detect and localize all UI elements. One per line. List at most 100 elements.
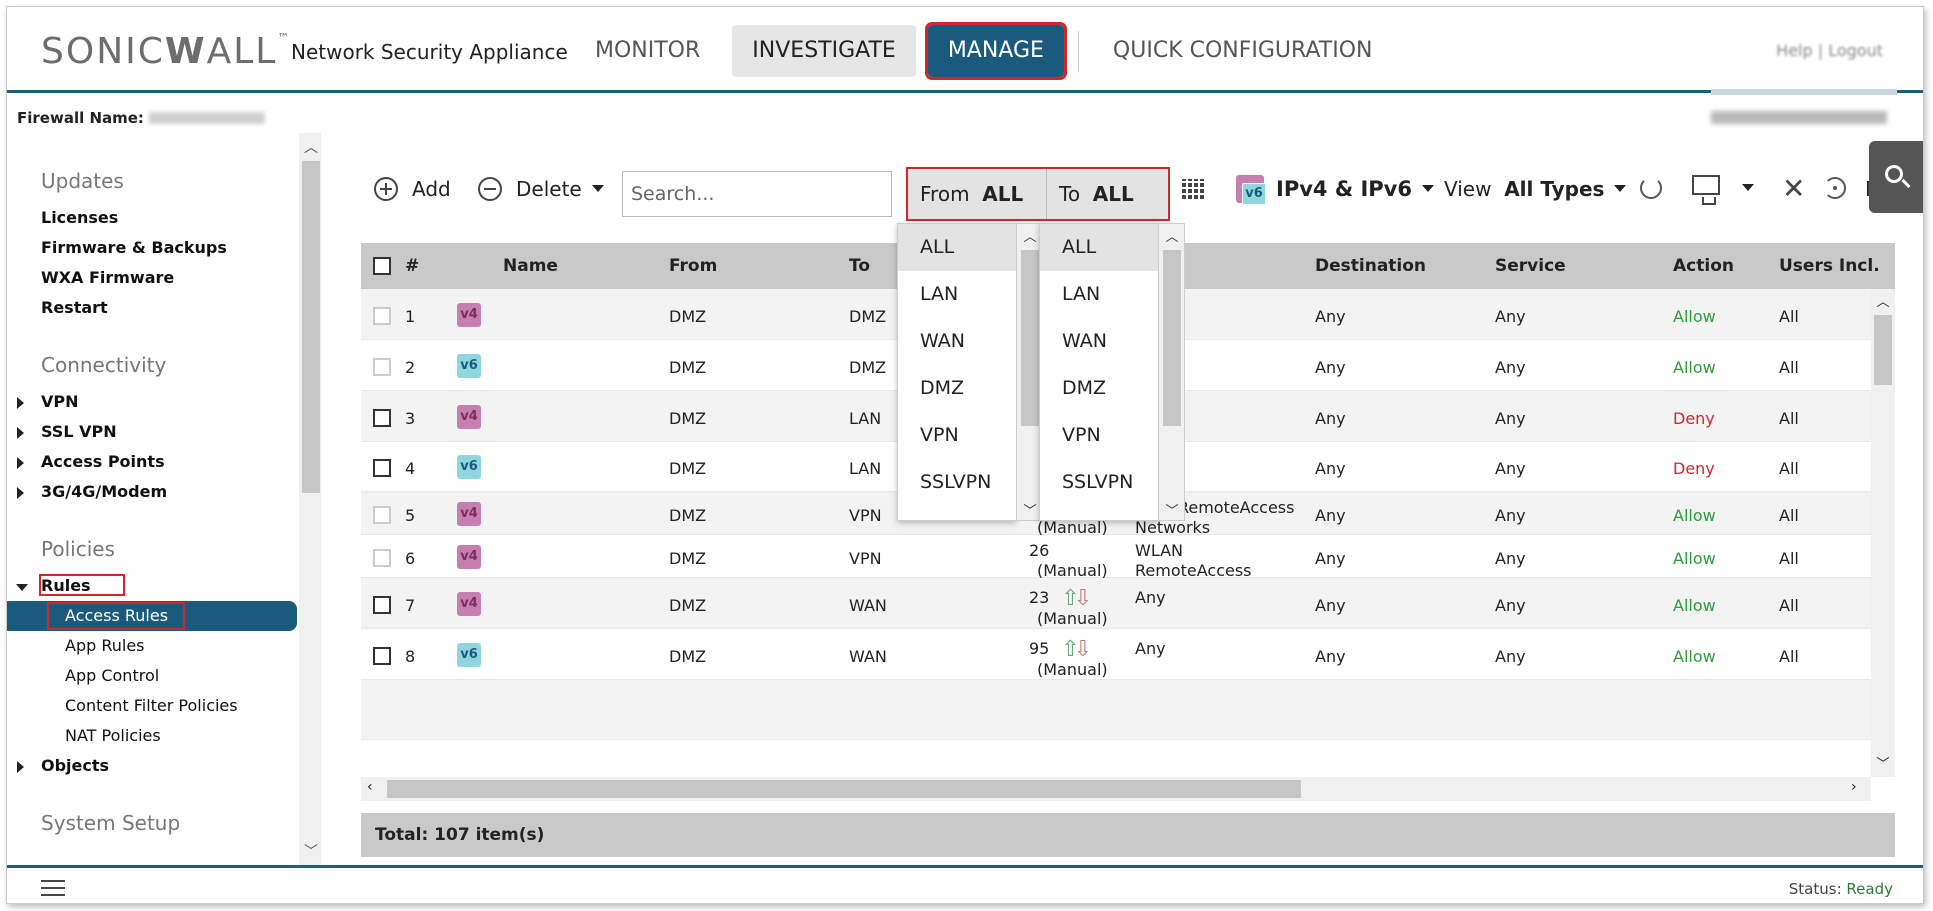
col-users-incl[interactable]: Users Incl.: [1779, 256, 1880, 276]
to-option-sslvpn[interactable]: SSLVPN: [1040, 459, 1158, 506]
sidebar-item-3g-4g-modem[interactable]: 3G/4G/Modem: [7, 477, 297, 507]
row-from: DMZ: [669, 459, 707, 478]
sidebar-item-objects[interactable]: Objects: [7, 751, 297, 781]
scroll-down-icon[interactable]: ﹀: [299, 841, 321, 861]
scroll-left-icon[interactable]: ‹: [367, 779, 373, 795]
to-options-scrollbar[interactable]: ︿ ﹀: [1159, 223, 1185, 521]
sidebar-item-access-rules[interactable]: Access Rules: [7, 601, 297, 631]
row-checkbox[interactable]: [373, 407, 391, 427]
to-option-vpn[interactable]: VPN: [1040, 412, 1158, 459]
delete-button[interactable]: Delete: [478, 165, 604, 213]
from-option-dmz[interactable]: DMZ: [898, 365, 1016, 412]
sidebar-item-ssl-vpn[interactable]: SSL VPN: [7, 417, 297, 447]
checkbox[interactable]: [373, 257, 391, 275]
scroll-down-icon[interactable]: ﹀: [1159, 500, 1185, 519]
to-option-all[interactable]: ALL: [1040, 224, 1158, 271]
sidebar-item-rules[interactable]: Rules: [7, 571, 297, 601]
search-input[interactable]: Search...: [622, 171, 892, 217]
col-from[interactable]: From: [669, 256, 717, 276]
nav-monitor[interactable]: MONITOR: [575, 25, 720, 77]
add-button[interactable]: Add: [374, 165, 451, 213]
table-row[interactable]: 8 v6 DMZ WAN 95 ⇧⇩ (Manual) Any Any Any Allow All: [361, 629, 1871, 680]
col-service[interactable]: Service: [1495, 256, 1566, 276]
priority-arrows-icon[interactable]: ⇧⇩: [1061, 587, 1092, 609]
row-checkbox[interactable]: [373, 645, 391, 665]
checkbox[interactable]: [373, 646, 391, 665]
scroll-up-icon[interactable]: ︿: [1159, 226, 1185, 245]
scroll-right-icon[interactable]: ›: [1851, 779, 1857, 795]
to-options-scroll-thumb[interactable]: [1163, 250, 1181, 426]
col-to[interactable]: To: [849, 256, 870, 276]
sidebar-item-wxa-firmware[interactable]: WXA Firmware: [7, 263, 297, 293]
checkbox[interactable]: [373, 306, 391, 325]
sidebar-scroll-thumb[interactable]: [302, 161, 320, 493]
from-option-wan[interactable]: WAN: [898, 318, 1016, 365]
sidebar-item-firmware-backups[interactable]: Firmware & Backups: [7, 233, 297, 263]
scroll-up-icon[interactable]: ︿: [299, 137, 321, 157]
from-option-vpn[interactable]: VPN: [898, 412, 1016, 459]
row-checkbox[interactable]: [373, 504, 391, 524]
ip-type-dropdown[interactable]: IPv4 & IPv6: [1276, 165, 1434, 213]
checkbox[interactable]: [373, 408, 391, 427]
sidebar-item-content-filter-policies[interactable]: Content Filter Policies: [7, 691, 297, 721]
col-destination[interactable]: Destination: [1315, 256, 1426, 276]
checkbox[interactable]: [373, 357, 391, 376]
table-row[interactable]: 7 v4 DMZ WAN 23 ⇧⇩ (Manual) Any Any Any Allow All: [361, 578, 1871, 629]
from-option-sslvpn[interactable]: SSLVPN: [898, 459, 1016, 506]
row-checkbox[interactable]: [373, 305, 391, 325]
row-users: All: [1779, 409, 1799, 428]
from-options-scroll-thumb[interactable]: [1021, 250, 1039, 426]
view-type-dropdown[interactable]: View All Types: [1444, 165, 1627, 213]
nav-investigate[interactable]: INVESTIGATE: [732, 25, 916, 77]
sidebar-item-app-rules[interactable]: App Rules: [7, 631, 297, 661]
table-hscroll-thumb[interactable]: [387, 780, 1301, 798]
to-zone-dropdown[interactable]: To ALL: [1046, 169, 1168, 247]
row-checkbox[interactable]: [373, 594, 391, 614]
table-vscroll-thumb[interactable]: [1874, 315, 1892, 385]
sidebar-item-app-control[interactable]: App Control: [7, 661, 297, 691]
row-checkbox[interactable]: [373, 547, 391, 567]
sidebar-item-restart[interactable]: Restart: [7, 293, 297, 323]
sidebar-item-vpn[interactable]: VPN: [7, 387, 297, 417]
row-destination: Any: [1315, 647, 1346, 666]
reset-icon[interactable]: [1824, 177, 1846, 199]
side-search-button[interactable]: [1869, 141, 1923, 213]
hamburger-menu-icon[interactable]: [41, 880, 65, 896]
scroll-up-icon[interactable]: ︿: [1871, 291, 1895, 310]
table-row[interactable]: 6v4DMZVPN26(Manual)WLAN RemoteAccess Net…: [361, 535, 1871, 600]
nav-quick-configuration[interactable]: QUICK CONFIGURATION: [1093, 25, 1393, 77]
to-option-wan[interactable]: WAN: [1040, 318, 1158, 365]
from-option-all[interactable]: ALL: [898, 224, 1016, 271]
checkbox[interactable]: [373, 595, 391, 614]
col-action[interactable]: Action: [1673, 256, 1734, 276]
grid-view-icon[interactable]: [1182, 179, 1206, 199]
col-num[interactable]: #: [405, 256, 419, 276]
sidebar-item-nat-policies[interactable]: NAT Policies: [7, 721, 297, 751]
close-icon[interactable]: ✕: [1782, 171, 1805, 207]
priority-arrows-icon[interactable]: ⇧⇩: [1061, 638, 1092, 660]
sidebar-item-licenses[interactable]: Licenses: [7, 203, 297, 233]
ip-version-icon[interactable]: v6: [1236, 175, 1266, 205]
to-option-dmz[interactable]: DMZ: [1040, 365, 1158, 412]
checkbox[interactable]: [373, 548, 391, 567]
from-zone-dropdown[interactable]: From ALL: [908, 169, 1046, 247]
checkbox[interactable]: [373, 458, 391, 477]
monitor-dropdown[interactable]: [1732, 179, 1754, 198]
to-option-lan[interactable]: LAN: [1040, 271, 1158, 318]
monitor-icon[interactable]: [1692, 175, 1720, 205]
row-checkbox[interactable]: [373, 457, 391, 477]
table-horizontal-scrollbar[interactable]: ‹ ›: [361, 777, 1871, 801]
col-name[interactable]: Name: [503, 256, 558, 276]
sidebar-scrollbar[interactable]: ︿ ﹀: [299, 133, 321, 865]
sidebar-item-access-points[interactable]: Access Points: [7, 447, 297, 477]
nav-manage[interactable]: MANAGE: [924, 22, 1067, 80]
row-checkbox[interactable]: [373, 356, 391, 376]
help-logout-links[interactable]: Help | Logout: [1776, 41, 1883, 60]
checkbox[interactable]: [373, 505, 391, 524]
select-all-checkbox[interactable]: [373, 256, 391, 276]
from-option-lan[interactable]: LAN: [898, 271, 1016, 318]
scroll-down-icon[interactable]: ﹀: [1871, 753, 1895, 772]
table-vertical-scrollbar[interactable]: ︿ ﹀: [1871, 289, 1895, 777]
refresh-icon[interactable]: [1640, 177, 1662, 199]
